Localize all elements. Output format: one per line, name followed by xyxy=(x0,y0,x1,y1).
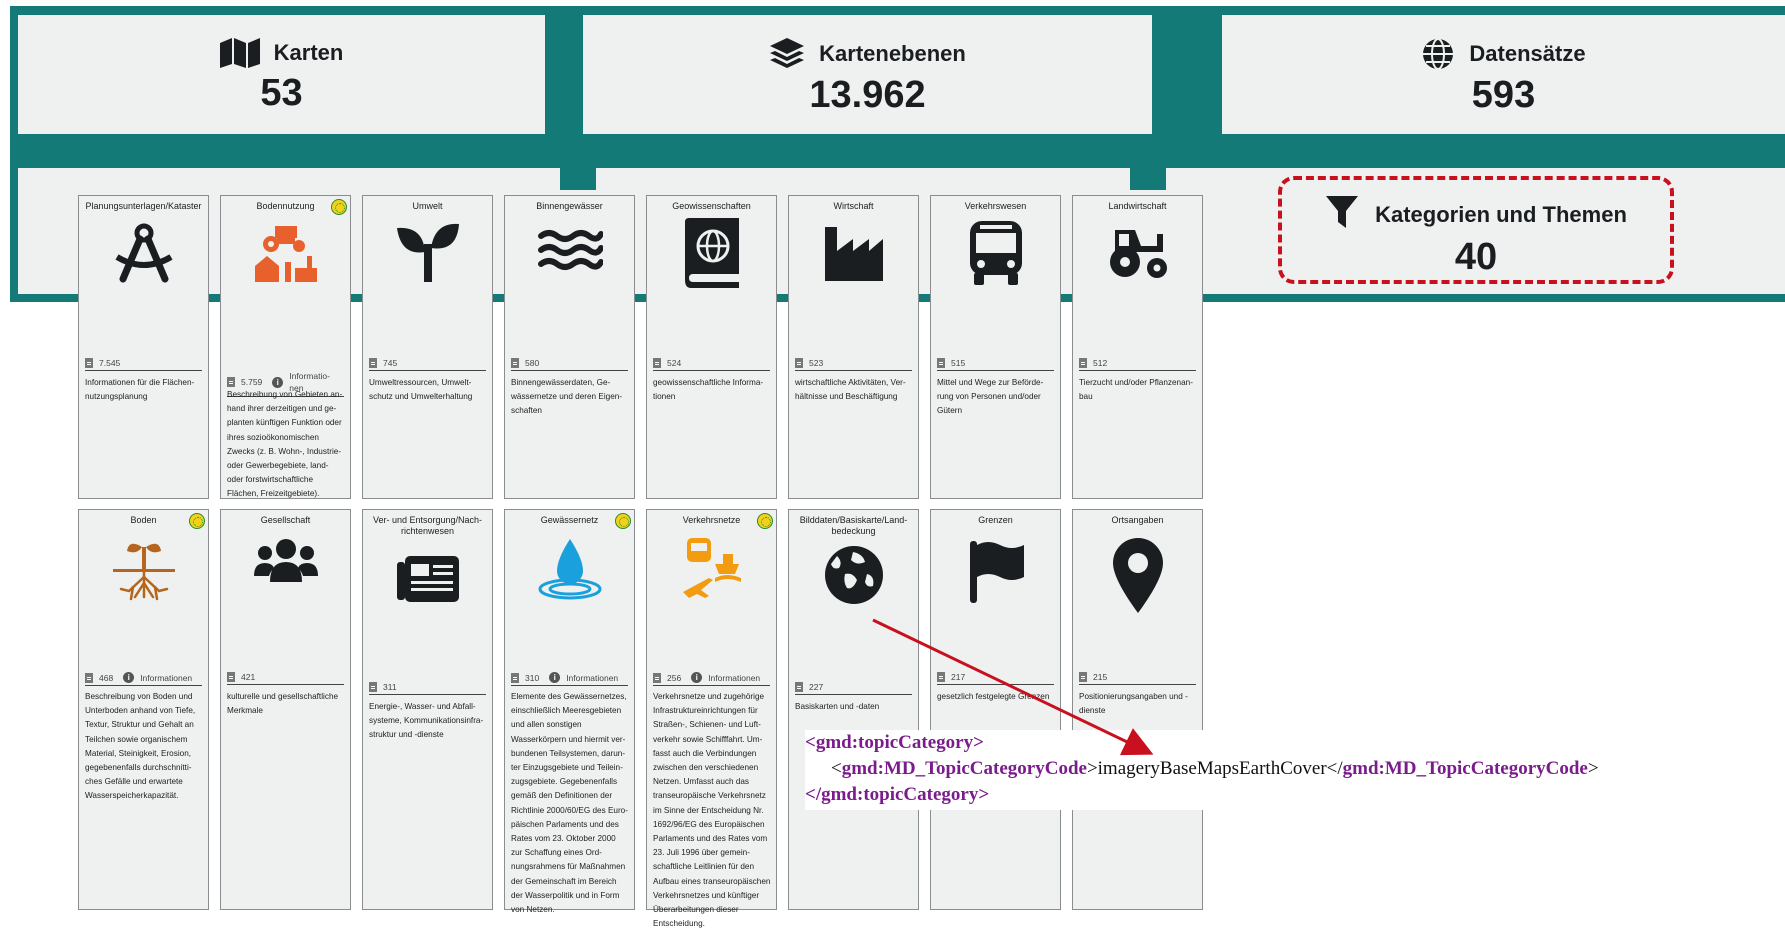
annotation-arrow-icon xyxy=(872,618,1154,756)
